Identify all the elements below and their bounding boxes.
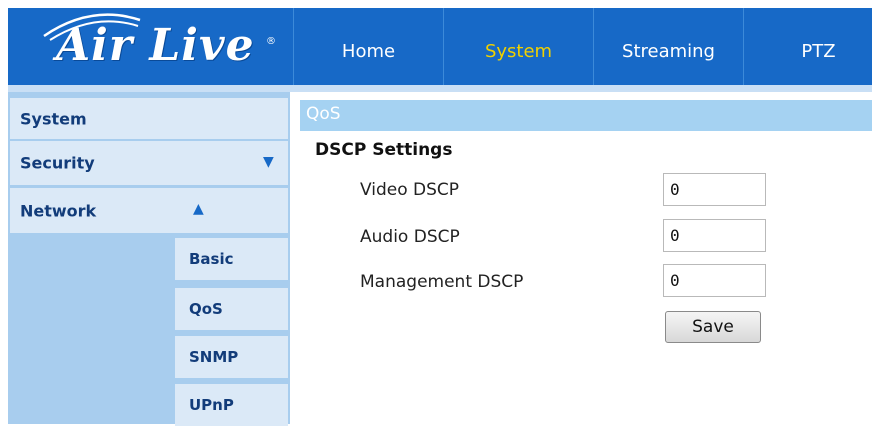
sidebar-subitem-upnp[interactable]: UPnP <box>175 384 288 426</box>
chevron-down-icon: ▼ <box>263 154 274 170</box>
sidebar: System Security ▼ Network ▲ Basic QoS SN… <box>8 92 290 426</box>
video-dscp-label: Video DSCP <box>360 180 460 200</box>
sidebar-subitem-basic[interactable]: Basic <box>175 238 288 280</box>
section-title: QoS <box>306 104 341 124</box>
sidebar-item-label: Security <box>20 153 95 173</box>
main-nav: Home System Streaming PTZ <box>293 8 872 85</box>
section-title-bar: QoS <box>300 100 872 131</box>
tab-streaming[interactable]: Streaming <box>593 8 743 85</box>
management-dscp-input[interactable] <box>663 264 766 297</box>
logo-text: Air Live <box>56 20 255 71</box>
audio-dscp-input[interactable] <box>663 219 766 252</box>
chevron-up-icon: ▲ <box>193 201 204 217</box>
brand-logo[interactable]: Air Live ® <box>8 8 293 85</box>
tab-ptz[interactable]: PTZ <box>743 8 872 85</box>
dscp-settings-heading: DSCP Settings <box>315 140 453 160</box>
audio-dscp-label: Audio DSCP <box>360 227 460 247</box>
sidebar-item-system[interactable]: System <box>10 98 288 139</box>
tab-system[interactable]: System <box>443 8 593 85</box>
tab-home[interactable]: Home <box>293 8 443 85</box>
management-dscp-label: Management DSCP <box>360 272 524 292</box>
sidebar-item-label: System <box>20 109 87 128</box>
header: Air Live ® Home System Streaming PTZ <box>8 8 872 85</box>
sidebar-item-security[interactable]: Security ▼ <box>10 141 288 185</box>
sidebar-subitem-qos[interactable]: QoS <box>175 288 288 330</box>
nav-divider <box>8 85 872 92</box>
save-button[interactable]: Save <box>665 311 761 343</box>
sidebar-subitem-snmp[interactable]: SNMP <box>175 336 288 378</box>
sidebar-item-label: Network <box>20 201 97 220</box>
registered-mark: ® <box>266 36 276 47</box>
sidebar-item-network[interactable]: Network ▲ <box>10 188 288 233</box>
video-dscp-input[interactable] <box>663 173 766 206</box>
